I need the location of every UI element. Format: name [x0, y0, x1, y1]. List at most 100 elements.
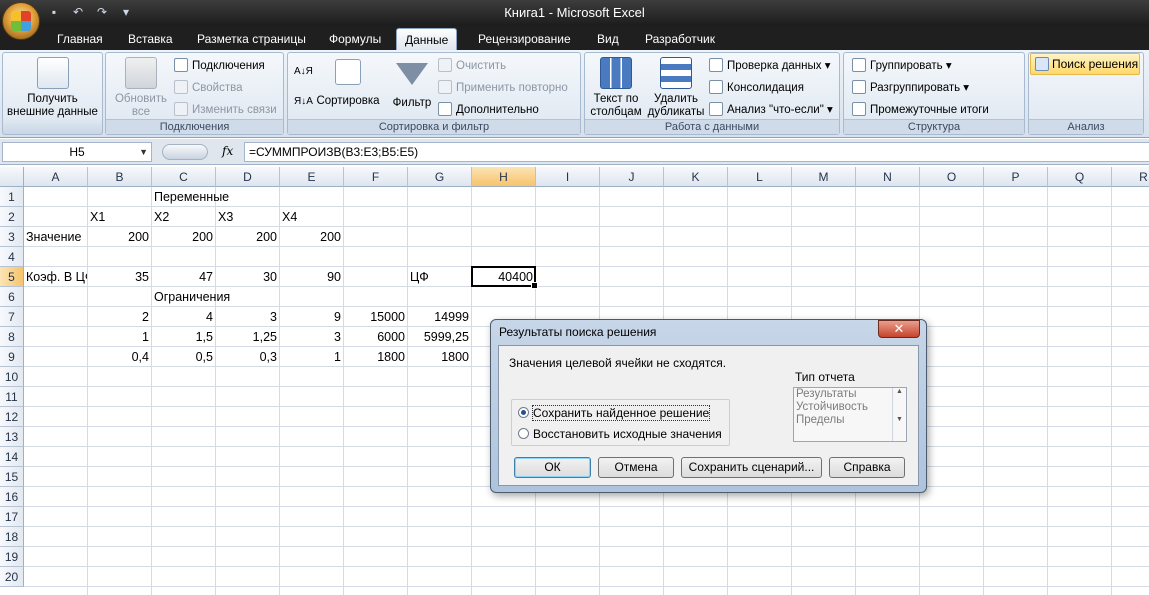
column-header-i[interactable]: I [536, 167, 600, 187]
cell-d3[interactable]: 200 [216, 227, 279, 247]
ok-button[interactable]: ОК [514, 457, 591, 478]
row-header-2[interactable]: 2 [0, 207, 24, 227]
connections-button[interactable]: Подключения [174, 57, 265, 75]
tab-home[interactable]: Главная [49, 28, 111, 50]
cell-e5[interactable]: 90 [280, 267, 343, 287]
row-header-3[interactable]: 3 [0, 227, 24, 247]
cell-c6[interactable]: Ограничения [152, 287, 452, 307]
help-button[interactable]: Справка [829, 457, 905, 478]
cell-d5[interactable]: 30 [216, 267, 279, 287]
what-if-button[interactable]: Анализ "что-если" ▾ [709, 101, 833, 119]
row-header-10[interactable]: 10 [0, 367, 24, 387]
column-header-b[interactable]: B [88, 167, 152, 187]
column-header-r[interactable]: R [1112, 167, 1149, 187]
tab-view[interactable]: Вид [589, 28, 627, 50]
edit-links-button[interactable]: Изменить связи [174, 101, 277, 119]
column-header-j[interactable]: J [600, 167, 664, 187]
cell-c7[interactable]: 4 [152, 307, 215, 327]
cell-b8[interactable]: 1 [88, 327, 151, 347]
row-header-7[interactable]: 7 [0, 307, 24, 327]
cell-a5[interactable]: Коэф. В ЦФ [24, 267, 87, 287]
consolidate-button[interactable]: Консолидация [709, 79, 804, 97]
row-header-8[interactable]: 8 [0, 327, 24, 347]
group-button[interactable]: Группировать ▾ [852, 57, 952, 75]
save-scenario-button[interactable]: Сохранить сценарий... [681, 457, 822, 478]
subtotal-button[interactable]: Промежуточные итоги [852, 101, 989, 119]
tab-formulas[interactable]: Формулы [321, 28, 389, 50]
column-header-e[interactable]: E [280, 167, 344, 187]
tab-review[interactable]: Рецензирование [470, 28, 579, 50]
row-header-1[interactable]: 1 [0, 187, 24, 207]
cell-e2[interactable]: X4 [280, 207, 580, 227]
data-validation-button[interactable]: Проверка данных ▾ [709, 57, 831, 75]
cell-f8[interactable]: 6000 [344, 327, 407, 347]
row-header-16[interactable]: 16 [0, 487, 24, 507]
column-header-d[interactable]: D [216, 167, 280, 187]
cell-f9[interactable]: 1800 [344, 347, 407, 367]
column-header-m[interactable]: M [792, 167, 856, 187]
column-header-c[interactable]: C [152, 167, 216, 187]
formula-input[interactable]: =СУММПРОИЗВ(B3:E3;B5:E5) [244, 142, 1149, 162]
cell-e8[interactable]: 3 [280, 327, 343, 347]
row-header-14[interactable]: 14 [0, 447, 24, 467]
clear-filter-button[interactable]: Очистить [438, 57, 506, 75]
row-header-6[interactable]: 6 [0, 287, 24, 307]
cell-c3[interactable]: 200 [152, 227, 215, 247]
cell-a3[interactable]: Значение [24, 227, 87, 247]
name-box[interactable]: H5 ▼ [2, 142, 152, 162]
select-all-corner[interactable] [0, 167, 24, 187]
row-header-13[interactable]: 13 [0, 427, 24, 447]
chevron-down-icon[interactable]: ▼ [139, 143, 148, 161]
report-item-sensitivity[interactable]: Устойчивость [794, 401, 906, 414]
row-header-5[interactable]: 5 [0, 267, 24, 287]
tab-page-layout[interactable]: Разметка страницы [189, 28, 314, 50]
cell-c9[interactable]: 0,5 [152, 347, 215, 367]
ungroup-button[interactable]: Разгруппировать ▾ [852, 79, 969, 97]
close-icon[interactable]: ✕ [878, 320, 920, 338]
tab-insert[interactable]: Вставка [120, 28, 181, 50]
cell-c8[interactable]: 1,5 [152, 327, 215, 347]
advanced-filter-button[interactable]: Дополнительно [438, 101, 539, 119]
column-header-l[interactable]: L [728, 167, 792, 187]
cancel-button[interactable]: Отмена [598, 457, 674, 478]
column-header-n[interactable]: N [856, 167, 920, 187]
row-header-12[interactable]: 12 [0, 407, 24, 427]
office-button[interactable] [2, 2, 40, 40]
row-header-19[interactable]: 19 [0, 547, 24, 567]
cell-e7[interactable]: 9 [280, 307, 343, 327]
cell-b5[interactable]: 35 [88, 267, 151, 287]
cell-g7[interactable]: 14999 [408, 307, 471, 327]
column-header-k[interactable]: K [664, 167, 728, 187]
row-header-9[interactable]: 9 [0, 347, 24, 367]
refresh-all-button[interactable]: Обновить все [110, 57, 172, 119]
cell-c1[interactable]: Переменные [152, 187, 452, 207]
cell-e3[interactable]: 200 [280, 227, 343, 247]
sort-za-button[interactable]: Я↓А [294, 93, 313, 111]
remove-duplicates-button[interactable]: Удалить дубликаты [645, 57, 707, 119]
row-header-17[interactable]: 17 [0, 507, 24, 527]
insert-function-icon[interactable]: fx [222, 144, 233, 158]
sort-button[interactable]: Сортировка [316, 59, 380, 108]
report-item-results[interactable]: Результаты [794, 388, 906, 401]
solver-button[interactable]: Поиск решения [1030, 53, 1140, 75]
report-type-list[interactable]: Результаты Устойчивость Пределы ▲ ▼ [793, 387, 907, 442]
cell-b9[interactable]: 0,4 [88, 347, 151, 367]
column-header-p[interactable]: P [984, 167, 1048, 187]
filter-button[interactable]: Фильтр [386, 59, 438, 110]
tab-data[interactable]: Данные [396, 28, 458, 50]
column-header-f[interactable]: F [344, 167, 408, 187]
row-header-11[interactable]: 11 [0, 387, 24, 407]
list-scrollbar[interactable]: ▲ ▼ [892, 388, 906, 441]
cell-g5[interactable]: ЦФ [408, 267, 708, 287]
column-header-q[interactable]: Q [1048, 167, 1112, 187]
row-header-4[interactable]: 4 [0, 247, 24, 267]
column-header-a[interactable]: A [24, 167, 88, 187]
report-item-limits[interactable]: Пределы [794, 414, 906, 427]
column-header-g[interactable]: G [408, 167, 472, 187]
cell-c5[interactable]: 47 [152, 267, 215, 287]
sort-az-button[interactable]: А↓Я [294, 63, 313, 81]
reapply-button[interactable]: Применить повторно [438, 79, 568, 97]
row-header-20[interactable]: 20 [0, 567, 24, 587]
cell-d7[interactable]: 3 [216, 307, 279, 327]
keep-solution-radio[interactable]: Сохранить найденное решение [518, 405, 711, 421]
